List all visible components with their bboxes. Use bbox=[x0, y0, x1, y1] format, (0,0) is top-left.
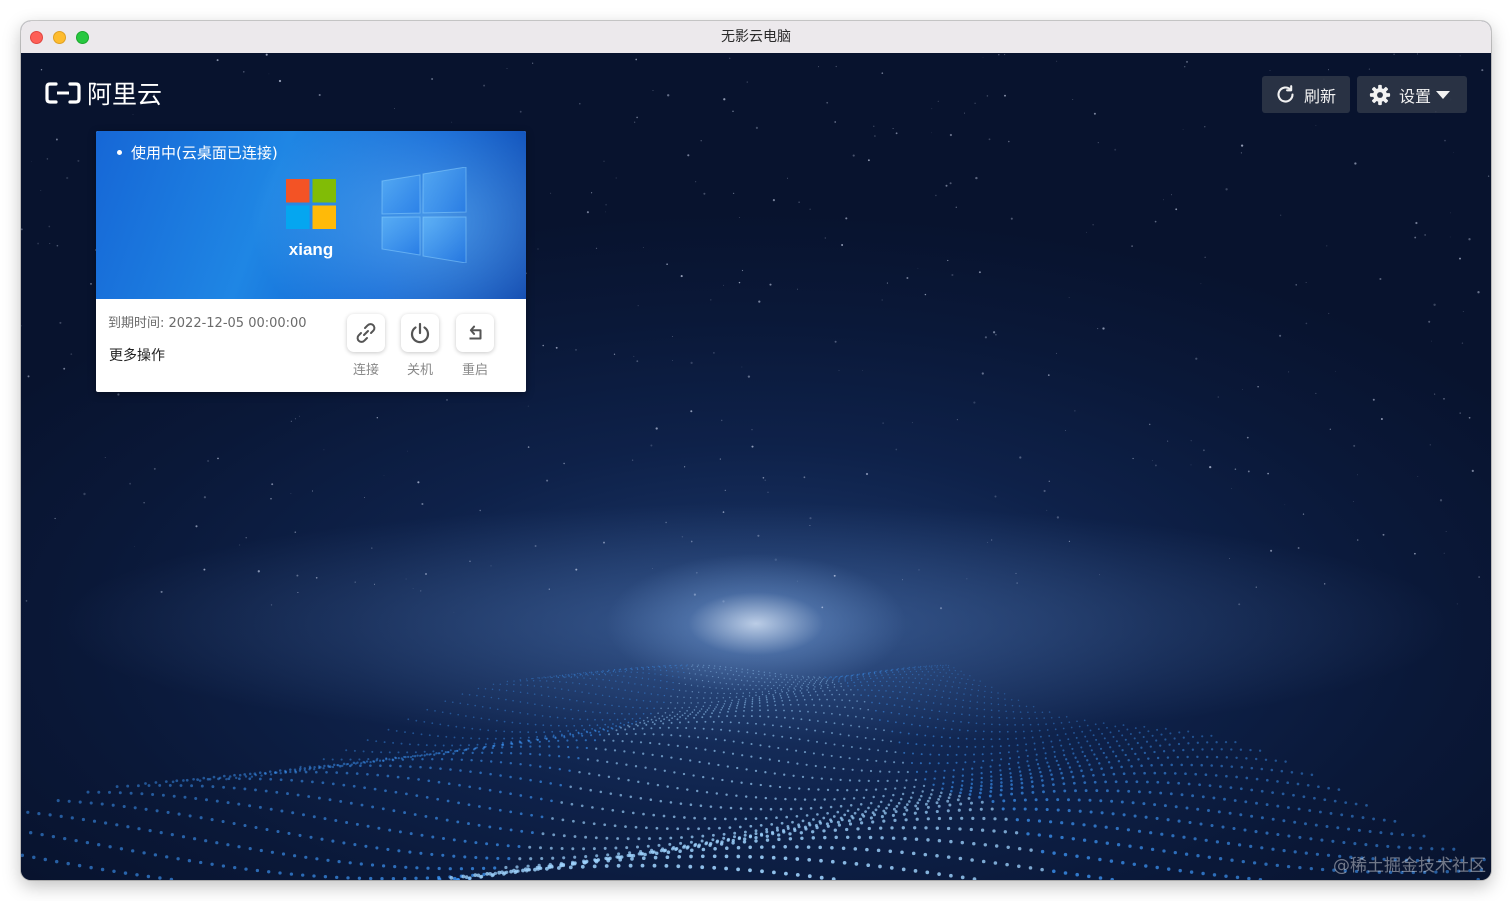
status-text: 使用中(云桌面已连接) bbox=[131, 144, 278, 162]
cloud-desktop-card: 使用中(云桌面已连接) xiang 到期时间: 2022-12-05 00:00… bbox=[96, 131, 526, 392]
desktop-banner[interactable]: 使用中(云桌面已连接) xiang bbox=[96, 131, 526, 299]
brand-name: 阿里云 bbox=[87, 80, 163, 109]
refresh-label: 刷新 bbox=[1304, 86, 1337, 106]
title-bar: 无影云电脑 bbox=[21, 21, 1491, 54]
connect-action[interactable]: 连接 bbox=[345, 314, 387, 378]
caret-down-icon bbox=[1436, 90, 1451, 99]
connect-button[interactable] bbox=[347, 314, 385, 352]
settings-button[interactable]: 设置 bbox=[1357, 76, 1467, 113]
gear-icon bbox=[1369, 84, 1391, 105]
main-content: 阿里云 刷新 设置 使用中(云桌面已连接) xiang 到期时间: 2022-1… bbox=[21, 53, 1491, 880]
aliyun-logo-icon bbox=[45, 82, 81, 104]
more-operations-link[interactable]: 更多操作 bbox=[109, 345, 165, 365]
connection-status: 使用中(云桌面已连接) bbox=[117, 142, 278, 163]
restart-icon bbox=[469, 325, 482, 340]
microsoft-logo-icon bbox=[286, 179, 336, 229]
expiration-time: 到期时间: 2022-12-05 00:00:00 bbox=[108, 316, 307, 331]
restart-label: 重启 bbox=[461, 363, 488, 378]
power-icon bbox=[410, 322, 430, 344]
restart-action[interactable]: 重启 bbox=[454, 314, 496, 378]
app-window: 无影云电脑 阿里云 刷新 设置 使用中(云桌面已连接) xiang 到期时间: … bbox=[21, 21, 1491, 880]
window-title: 无影云电脑 bbox=[721, 29, 791, 45]
settings-label: 设置 bbox=[1399, 86, 1432, 106]
link-icon bbox=[356, 323, 376, 343]
refresh-button[interactable]: 刷新 bbox=[1262, 76, 1350, 113]
shutdown-button[interactable] bbox=[401, 314, 439, 352]
connect-label: 连接 bbox=[352, 363, 379, 378]
desktop-username: xiang bbox=[288, 240, 334, 259]
shutdown-label: 关机 bbox=[406, 363, 433, 378]
refresh-icon bbox=[1277, 85, 1294, 103]
windows-logo-icon bbox=[381, 167, 467, 263]
brand-logo: 阿里云 bbox=[44, 79, 162, 109]
watermark: @稀土掘金技术社区 bbox=[1333, 856, 1486, 876]
restart-button[interactable] bbox=[456, 314, 494, 352]
shutdown-action[interactable]: 关机 bbox=[399, 314, 441, 378]
status-dot-icon bbox=[117, 150, 122, 155]
